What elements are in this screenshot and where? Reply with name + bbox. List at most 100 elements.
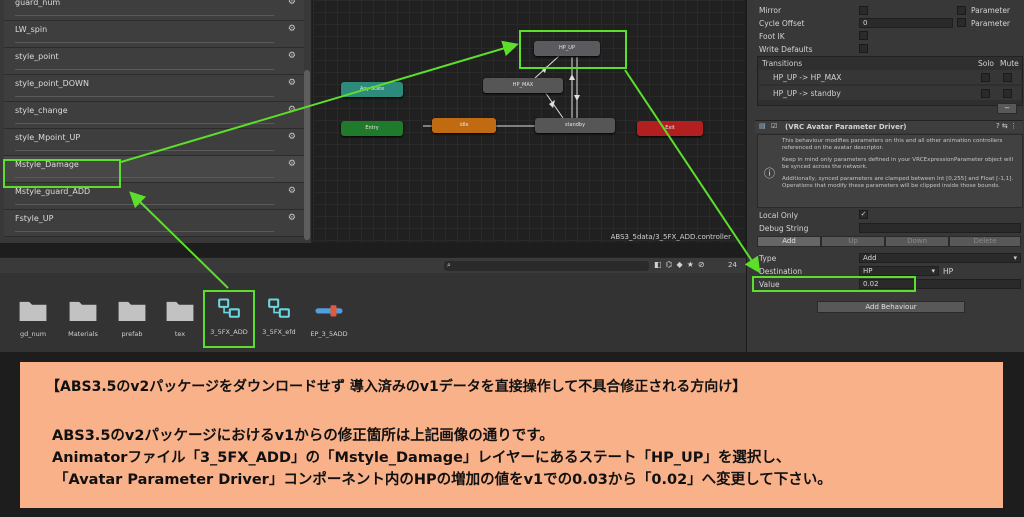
asset-prefab[interactable]: prefab bbox=[109, 299, 155, 338]
layer-lw-spin[interactable]: LW_spin ⚙ bbox=[4, 21, 304, 48]
state-hp-max[interactable]: HP_MAX bbox=[483, 78, 563, 93]
highlight-mstyle-damage bbox=[3, 159, 121, 188]
asset-gd-num[interactable]: gd_num bbox=[10, 299, 56, 338]
write-defaults-checkbox[interactable] bbox=[859, 44, 868, 53]
layer-label: style_change bbox=[15, 106, 68, 115]
state-exit[interactable]: Exit bbox=[637, 121, 703, 136]
type-dropdown[interactable]: Add ▾ bbox=[859, 253, 1021, 263]
add-behaviour-button[interactable]: Add Behaviour bbox=[817, 301, 965, 313]
layer-fstyle-up[interactable]: Fstyle_UP ⚙ bbox=[4, 210, 304, 237]
folder-icon bbox=[69, 301, 97, 322]
layer-style-point[interactable]: style_point ⚙ bbox=[4, 48, 304, 75]
layer-label: style_point bbox=[15, 52, 59, 61]
parameter-label: Parameter bbox=[971, 19, 1011, 28]
cycle-offset-label: Cycle Offset bbox=[759, 19, 805, 28]
layer-style-mpoint-up[interactable]: style_Mpoint_UP ⚙ bbox=[4, 129, 304, 156]
solo-checkbox[interactable] bbox=[981, 73, 990, 82]
mirror-label: Mirror bbox=[759, 6, 782, 15]
note-title: 【ABS3.5のv2パッケージをダウンロードせず 導入済みのv1データを直接操作… bbox=[46, 379, 747, 395]
asset-3-5fx-efd[interactable]: 3_5FX_efd bbox=[256, 297, 302, 336]
local-only-checkbox[interactable]: ✓ bbox=[859, 210, 868, 219]
weight-bar bbox=[15, 123, 274, 124]
destination-name: HP bbox=[943, 267, 954, 276]
gear-icon[interactable]: ⚙ bbox=[288, 51, 296, 61]
enabled-checkbox[interactable]: ☑ bbox=[771, 122, 777, 130]
write-defaults-label: Write Defaults bbox=[759, 45, 813, 54]
script-icon: ▤ bbox=[759, 122, 766, 130]
state-entry[interactable]: Entry bbox=[341, 121, 403, 136]
instruction-note: 【ABS3.5のv2パッケージをダウンロードせず 導入済みのv1データを直接操作… bbox=[20, 362, 1003, 508]
mirror-checkbox[interactable] bbox=[859, 6, 868, 15]
transition-row[interactable]: HP_UP -> standby bbox=[759, 86, 1021, 100]
cycle-offset-field[interactable]: 0 bbox=[859, 18, 953, 28]
solo-checkbox[interactable] bbox=[981, 89, 990, 98]
type-label: Type bbox=[759, 254, 777, 263]
assets-browser: gd_num Materials prefab tex 3_5FX_ADD 3_… bbox=[0, 273, 746, 352]
gear-icon[interactable]: ⚙ bbox=[288, 24, 296, 34]
gear-icon[interactable]: ⚙ bbox=[288, 213, 296, 223]
gear-icon[interactable]: ⚙ bbox=[288, 132, 296, 142]
hidden-count: 24 bbox=[728, 261, 737, 269]
expression-parameters-icon bbox=[315, 305, 343, 317]
delete-button[interactable]: Delete bbox=[949, 236, 1021, 247]
component-menu-icon[interactable]: ? ⇆ ⋮ bbox=[996, 122, 1017, 130]
transition-row[interactable]: HP_UP -> HP_MAX bbox=[759, 70, 1021, 84]
asset-label: prefab bbox=[121, 330, 143, 338]
inspector-panel: Mirror Parameter Cycle Offset 0 Paramete… bbox=[746, 0, 1024, 352]
state-standby[interactable]: standby bbox=[535, 118, 615, 133]
foot-ik-checkbox[interactable] bbox=[859, 31, 868, 40]
mirror-param-checkbox[interactable] bbox=[957, 6, 966, 15]
transition-label: HP_UP -> standby bbox=[773, 89, 841, 98]
layer-style-change[interactable]: style_change ⚙ bbox=[4, 102, 304, 129]
layer-guard-num[interactable]: guard_num ⚙ bbox=[4, 0, 304, 21]
weight-bar bbox=[15, 42, 274, 43]
note-line-2: Animatorファイル「3_5FX_ADD」の「Mstyle_Damage」レ… bbox=[52, 450, 791, 466]
foot-ik-label: Foot IK bbox=[759, 32, 785, 41]
remove-transition-button[interactable]: − bbox=[997, 103, 1017, 114]
search-input[interactable]: ⌕ bbox=[444, 261, 649, 271]
up-button[interactable]: Up bbox=[821, 236, 885, 247]
gear-icon[interactable]: ⚙ bbox=[288, 78, 296, 88]
layer-style-point-down[interactable]: style_point_DOWN ⚙ bbox=[4, 75, 304, 102]
highlight-value bbox=[752, 276, 916, 292]
help-text-3: Additionally, synced parameters are clam… bbox=[782, 176, 1014, 189]
cycle-param-checkbox[interactable] bbox=[957, 18, 966, 27]
gear-icon[interactable]: ⚙ bbox=[288, 0, 296, 7]
project-toolbar: ⌕ ◧⌬◆★⊘ 24 bbox=[0, 257, 746, 273]
weight-bar bbox=[15, 204, 274, 205]
asset-label: tex bbox=[174, 330, 186, 338]
add-button[interactable]: Add bbox=[757, 236, 821, 247]
component-header[interactable]: ▤ ☑ (VRC Avatar Parameter Driver) ? ⇆ ⋮ bbox=[755, 120, 1023, 133]
asset-ep-3-5add[interactable]: EP_3_5ADD bbox=[306, 299, 352, 338]
debug-string-label: Debug String bbox=[759, 224, 809, 233]
layer-label: Fstyle_UP bbox=[15, 214, 54, 223]
layer-label: Mstyle_guard_ADD bbox=[15, 187, 91, 196]
type-value: Add bbox=[863, 254, 877, 262]
gear-icon[interactable]: ⚙ bbox=[288, 105, 296, 115]
weight-bar bbox=[15, 231, 274, 232]
chevron-down-icon: ▾ bbox=[1013, 254, 1017, 262]
layers-scrollbar[interactable] bbox=[304, 70, 310, 240]
mute-checkbox[interactable] bbox=[1003, 89, 1012, 98]
down-button[interactable]: Down bbox=[885, 236, 949, 247]
gear-icon[interactable]: ⚙ bbox=[288, 159, 296, 169]
asset-label: 3_5FX_efd bbox=[262, 328, 296, 336]
asset-label: EP_3_5ADD bbox=[310, 330, 348, 338]
state-idle[interactable]: idle bbox=[432, 118, 496, 133]
transition-label: HP_UP -> HP_MAX bbox=[773, 73, 842, 82]
asset-tex[interactable]: tex bbox=[157, 299, 203, 338]
destination-dropdown[interactable]: HP ▾ bbox=[859, 266, 939, 276]
layer-label: LW_spin bbox=[15, 25, 48, 34]
asset-materials[interactable]: Materials bbox=[60, 299, 106, 338]
weight-bar bbox=[15, 69, 274, 70]
transition-hpmax-standby bbox=[544, 91, 564, 119]
state-any-state[interactable]: Any State bbox=[341, 82, 403, 97]
note-line-1: ABS3.5のv2パッケージにおけるv1からの修正箇所は上記画像の通りです。 bbox=[52, 428, 554, 444]
help-box: ⓘ This behaviour modifies parameters on … bbox=[757, 134, 1023, 208]
mute-checkbox[interactable] bbox=[1003, 73, 1012, 82]
controller-path: ABS3_5data/3_5FX_ADD.controller bbox=[610, 233, 731, 241]
gear-icon[interactable]: ⚙ bbox=[288, 186, 296, 196]
filter-icons[interactable]: ◧⌬◆★⊘ bbox=[654, 260, 709, 269]
debug-string-field[interactable] bbox=[859, 223, 1021, 233]
layer-label: style_Mpoint_UP bbox=[15, 133, 81, 142]
